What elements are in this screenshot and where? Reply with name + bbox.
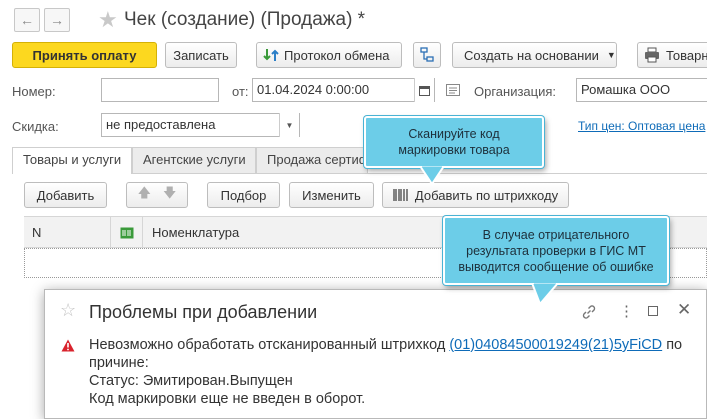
- tooltip-pointer: [418, 166, 446, 186]
- link-icon[interactable]: [581, 304, 597, 320]
- accept-payment-button[interactable]: Принять оплату: [12, 42, 157, 68]
- arrow-up-icon[interactable]: 🡅: [138, 184, 151, 206]
- organization-field[interactable]: Ромашка ООО: [576, 78, 707, 102]
- scan-tooltip-text: Сканируйте код маркировки товара: [398, 127, 510, 157]
- pick-button[interactable]: Подбор: [207, 182, 280, 208]
- add-by-barcode-button[interactable]: Добавить по штрихкоду: [382, 182, 569, 208]
- save-button[interactable]: Записать: [165, 42, 237, 68]
- structure-button[interactable]: [413, 42, 441, 68]
- printer-icon: [645, 47, 659, 63]
- arrow-down-icon[interactable]: 🡇: [163, 184, 176, 206]
- error-tooltip-text: В случае отрицательного результата прове…: [458, 228, 654, 274]
- error-status-line: Статус: Эмитирован.Выпущен: [89, 373, 293, 389]
- goods-print-button[interactable]: Товарн: [637, 42, 707, 68]
- discount-dropdown-button[interactable]: ▼: [279, 113, 299, 137]
- number-label: Номер:: [12, 84, 56, 99]
- create-based-on-label: Создать на основании: [464, 47, 599, 63]
- exchange-protocol-button[interactable]: Протокол обмена: [256, 42, 402, 68]
- error-tooltip: В случае отрицательного результата прове…: [443, 216, 669, 285]
- favorite-star-icon[interactable]: ☆: [60, 300, 76, 321]
- error-message-prefix: Невозможно обработать отсканированный шт…: [89, 337, 446, 353]
- dropdown-arrow-icon: ▼: [606, 50, 616, 60]
- price-type-link[interactable]: Тип цен: Оптовая цена: [578, 119, 705, 133]
- exchange-protocol-label: Протокол обмена: [284, 47, 390, 63]
- dropdown-arrow-icon: ▼: [285, 120, 294, 130]
- tab-agent-services[interactable]: Агентские услуги: [132, 147, 256, 173]
- add-button[interactable]: Добавить: [24, 182, 107, 208]
- discount-label: Скидка:: [12, 119, 59, 134]
- forward-button[interactable]: →: [44, 8, 70, 32]
- hierarchy-icon: [420, 47, 434, 62]
- date-label: от:: [232, 84, 249, 99]
- exchange-icon: [263, 49, 279, 61]
- favorite-star-icon[interactable]: ★: [98, 7, 118, 33]
- edit-button[interactable]: Изменить: [289, 182, 374, 208]
- marking-column-icon: [120, 227, 134, 239]
- arrow-right-icon: →: [50, 12, 64, 28]
- column-n[interactable]: N: [32, 225, 41, 240]
- add-by-barcode-label: Добавить по штрихкоду: [414, 187, 559, 203]
- organization-label: Организация:: [474, 84, 557, 99]
- calendar-icon: [419, 85, 430, 96]
- create-based-on-button[interactable]: Создать на основании ▼: [452, 42, 617, 68]
- date-field[interactable]: 01.04.2024 0:00:00: [252, 78, 435, 102]
- discount-field[interactable]: не предоставлена: [101, 113, 300, 137]
- barcode-icon: [393, 189, 408, 201]
- column-nomenclature[interactable]: Номенклатура: [152, 225, 239, 240]
- discount-value: не предоставлена: [106, 117, 216, 132]
- comment-icon[interactable]: [446, 84, 460, 96]
- window-title: Чек (создание) (Продажа) *: [124, 9, 366, 30]
- barcode-link[interactable]: (01)04084500019249(21)5yFiCD: [449, 337, 662, 353]
- more-icon[interactable]: ⋮: [619, 302, 634, 320]
- calendar-button[interactable]: [414, 78, 434, 102]
- scan-tooltip: Сканируйте код маркировки товара: [364, 116, 544, 168]
- number-field[interactable]: [101, 78, 219, 102]
- close-icon[interactable]: ✕: [677, 300, 691, 320]
- goods-print-label: Товарн: [666, 47, 707, 63]
- error-message-suffix: по: [666, 337, 683, 353]
- maximize-icon[interactable]: [648, 306, 658, 316]
- back-button[interactable]: ←: [14, 8, 40, 32]
- tab-certificate-sale[interactable]: Продажа сертиф: [256, 147, 368, 173]
- error-code-line: Код маркировки еще не введен в оборот.: [89, 391, 366, 407]
- move-buttons[interactable]: 🡅 🡇: [126, 182, 188, 208]
- error-reason-label: причине:: [89, 355, 149, 371]
- tooltip-pointer: [530, 283, 560, 306]
- date-value: 01.04.2024 0:00:00: [257, 82, 370, 97]
- tab-goods-services[interactable]: Товары и услуги: [12, 147, 132, 174]
- column-divider: [110, 217, 111, 249]
- column-divider: [142, 217, 143, 249]
- problems-dialog: ☆ Проблемы при добавлении ⋮ ✕ Невозможно…: [44, 289, 707, 419]
- error-message-line1: Невозможно обработать отсканированный шт…: [89, 337, 682, 353]
- warning-icon: [61, 339, 75, 352]
- arrow-left-icon: ←: [20, 12, 34, 28]
- dialog-title: Проблемы при добавлении: [89, 302, 318, 322]
